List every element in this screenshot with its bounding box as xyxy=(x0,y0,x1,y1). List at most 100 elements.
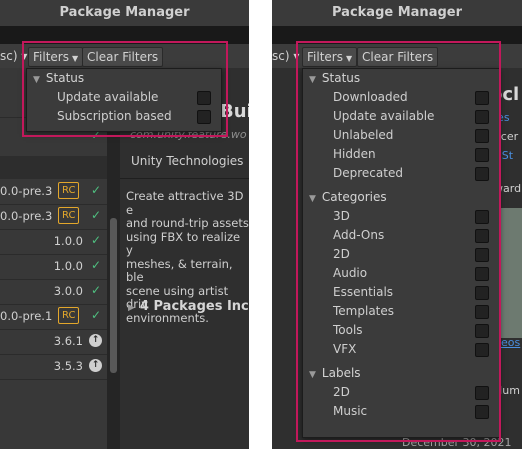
divider xyxy=(120,178,249,179)
triangle-down-icon: ▼ xyxy=(33,75,40,85)
filter-option-label: VFX xyxy=(333,342,357,356)
filter-section-header[interactable]: ▼ Status xyxy=(33,70,84,88)
package-version: 1.0.0 xyxy=(53,259,83,273)
included-packages-foldout[interactable]: ▶ 4 Packages Inclu xyxy=(128,299,249,314)
tab-strip xyxy=(0,26,249,44)
installed-check-icon: ✓ xyxy=(90,208,101,222)
preview-image xyxy=(497,208,522,338)
package-version: 3.5.3 xyxy=(53,359,83,373)
included-label: 4 Packages Inclu xyxy=(139,299,249,314)
filter-option[interactable]: Music xyxy=(333,403,489,419)
filter-section-label: Status xyxy=(321,71,361,85)
list-item[interactable]: 1.0.0 ✓ xyxy=(0,229,107,255)
filter-option[interactable]: Update available xyxy=(57,89,211,105)
filter-option[interactable]: Downloaded xyxy=(333,89,489,105)
filter-checkbox[interactable] xyxy=(475,229,489,243)
filter-checkbox[interactable] xyxy=(475,91,489,105)
filter-option[interactable]: Update available xyxy=(333,108,489,124)
triangle-down-icon: ▼ xyxy=(309,194,316,204)
list-item[interactable]: 3.6.1 ↑ xyxy=(0,329,107,355)
update-available-icon: ↑ xyxy=(89,334,102,347)
filter-option[interactable]: Subscription based xyxy=(57,108,211,124)
filter-option[interactable]: Templates xyxy=(333,303,489,319)
clear-filters-button[interactable]: Clear Filters xyxy=(82,47,164,67)
package-version: 1.0.0 xyxy=(53,234,83,248)
list-item[interactable]: 3.0.0 ✓ xyxy=(0,279,107,305)
list-item[interactable]: 0.0-pre.3 RC ✓ xyxy=(0,204,107,230)
filter-section-header[interactable]: ▼ Status xyxy=(309,70,360,88)
filter-checkbox[interactable] xyxy=(475,167,489,181)
filter-checkbox[interactable] xyxy=(475,110,489,124)
clear-filters-button[interactable]: Clear Filters xyxy=(357,47,439,67)
package-version: 0.0-pre.1 xyxy=(0,309,53,323)
filter-checkbox[interactable] xyxy=(475,286,489,300)
filter-section-header[interactable]: ▼ Labels xyxy=(309,365,361,383)
filter-option-label: Add-Ons xyxy=(333,228,385,242)
filter-option-label: Audio xyxy=(333,266,368,280)
filters-dropdown-button[interactable]: Filters ▼ xyxy=(28,47,84,67)
package-version: 0.0-pre.3 xyxy=(0,184,53,198)
list-item[interactable]: 1.0.0 ✓ xyxy=(0,254,107,280)
scrollbar-thumb[interactable] xyxy=(110,218,117,373)
filters-label: Filters xyxy=(307,50,343,64)
filter-option[interactable]: 3D xyxy=(333,208,489,224)
filter-option-label: Downloaded xyxy=(333,90,408,104)
triangle-down-icon: ▼ xyxy=(309,75,316,85)
filter-option-label: 2D xyxy=(333,385,350,399)
package-author: Unity Technologies xyxy=(131,154,244,168)
toolbar: sc) ▾ Filters ▼ Clear Filters xyxy=(0,44,249,69)
filter-option-label: Unlabeled xyxy=(333,128,394,142)
filter-checkbox[interactable] xyxy=(475,210,489,224)
list-item[interactable]: 0.0-pre.3 RC ✓ xyxy=(0,179,107,205)
filters-menu: ▼ Status Update available Subscription base… xyxy=(26,68,222,132)
installed-check-icon: ✓ xyxy=(90,283,101,297)
filter-checkbox[interactable] xyxy=(475,267,489,281)
release-candidate-badge: RC xyxy=(58,207,80,224)
sort-dropdown[interactable]: sc) ▾ xyxy=(272,47,299,65)
filter-option[interactable]: 2D xyxy=(333,246,489,262)
filter-checkbox[interactable] xyxy=(475,405,489,419)
description-line: using FBX to realize y xyxy=(126,229,241,257)
filters-dropdown-button[interactable]: Filters ▼ xyxy=(302,47,358,67)
filter-option[interactable]: Hidden xyxy=(333,146,489,162)
release-candidate-badge: RC xyxy=(58,182,80,199)
filter-checkbox[interactable] xyxy=(197,110,211,124)
package-title: Bui xyxy=(220,101,249,122)
chevron-down-icon: ▼ xyxy=(345,54,353,63)
filter-option-label: Hidden xyxy=(333,147,376,161)
tab-strip xyxy=(272,26,522,44)
toolbar: sc) ▾ Filters ▼ Clear Filters xyxy=(272,44,522,69)
filter-option[interactable]: Audio xyxy=(333,265,489,281)
filter-checkbox[interactable] xyxy=(475,386,489,400)
filter-option[interactable]: Add-Ons xyxy=(333,227,489,243)
filter-option-label: Essentials xyxy=(333,285,394,299)
filter-checkbox[interactable] xyxy=(475,248,489,262)
filter-option[interactable]: Unlabeled xyxy=(333,127,489,143)
filter-checkbox[interactable] xyxy=(475,324,489,338)
sort-dropdown[interactable]: sc) ▾ xyxy=(0,47,27,65)
filter-checkbox[interactable] xyxy=(197,91,211,105)
filter-option[interactable]: VFX xyxy=(333,341,489,357)
filter-section-header[interactable]: ▼ Categories xyxy=(309,189,387,207)
filter-option-label: Deprecated xyxy=(333,166,403,180)
description-line: Create attractive 3D e xyxy=(126,189,244,217)
package-version: 0.0-pre.3 xyxy=(0,209,53,223)
filter-checkbox[interactable] xyxy=(475,305,489,319)
installed-check-icon: ✓ xyxy=(90,258,101,272)
release-candidate-badge: RC xyxy=(58,307,80,324)
filter-option[interactable]: Deprecated xyxy=(333,165,489,181)
filter-checkbox[interactable] xyxy=(475,129,489,143)
filters-label: Filters xyxy=(33,50,69,64)
list-item[interactable]: 0.0-pre.1 RC ✓ xyxy=(0,304,107,330)
filter-checkbox[interactable] xyxy=(475,148,489,162)
filter-option-label: 3D xyxy=(333,209,350,223)
package-version: 3.0.0 xyxy=(53,284,83,298)
filter-checkbox[interactable] xyxy=(475,343,489,357)
filter-option[interactable]: 2D xyxy=(333,384,489,400)
installed-check-icon: ✓ xyxy=(90,183,101,197)
filter-option[interactable]: Essentials xyxy=(333,284,489,300)
list-item[interactable]: 3.5.3 ↑ xyxy=(0,354,107,380)
description-line: and round-trip assets xyxy=(126,216,249,230)
filter-option[interactable]: Tools xyxy=(333,322,489,338)
triangle-down-icon: ▼ xyxy=(309,370,316,380)
